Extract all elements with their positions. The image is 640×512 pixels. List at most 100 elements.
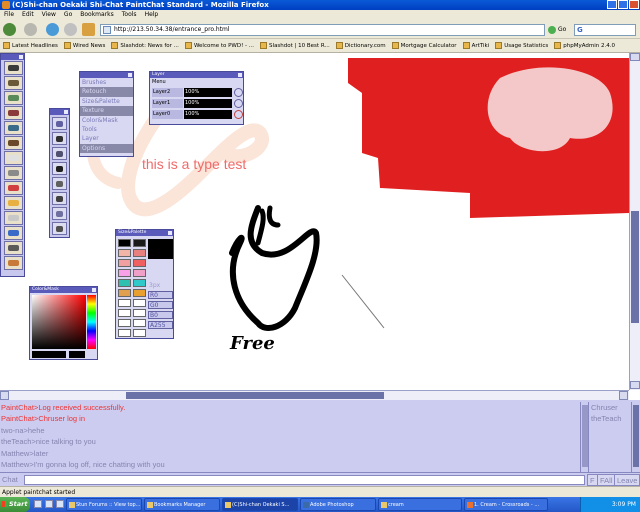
- fall-button[interactable]: FAll: [597, 474, 616, 486]
- swatch[interactable]: [118, 259, 131, 267]
- layer-opacity[interactable]: 100%: [184, 88, 232, 97]
- swatch[interactable]: [133, 309, 146, 317]
- text-tool[interactable]: [52, 222, 67, 235]
- swatch[interactable]: [133, 279, 146, 287]
- menu-layer[interactable]: Layer: [80, 134, 133, 143]
- swatch[interactable]: [133, 259, 146, 267]
- swatch[interactable]: [133, 329, 146, 337]
- back-icon[interactable]: [3, 23, 16, 36]
- close-button[interactable]: [629, 0, 639, 9]
- scroll-down-arrow-icon[interactable]: [630, 381, 640, 389]
- swatch[interactable]: [133, 299, 146, 307]
- airbrush-tool[interactable]: [4, 91, 23, 105]
- forward-icon[interactable]: [24, 23, 37, 36]
- dodge-tool[interactable]: [4, 211, 23, 225]
- leave-button[interactable]: Leave: [614, 474, 640, 486]
- palette-titlebar[interactable]: Color&Mask: [30, 287, 97, 293]
- scroll-right-arrow-icon[interactable]: [619, 391, 628, 400]
- bookmark-item[interactable]: phpMyAdmin 2.4.0: [551, 39, 618, 52]
- search-input[interactable]: G: [574, 24, 636, 36]
- spray-tool[interactable]: [4, 181, 23, 195]
- layer-visibility-icon[interactable]: [234, 88, 243, 97]
- drawing-canvas[interactable]: this is a type test Free Brushes Retouch…: [0, 53, 629, 390]
- taskbar-item-active[interactable]: (C)Shi-chan Oekaki S...: [222, 498, 298, 511]
- bookmark-item[interactable]: Slashdot: News for ...: [108, 39, 182, 52]
- taskbar-item[interactable]: 1. Cream - Crossroads - ...: [464, 498, 548, 511]
- palette-titlebar[interactable]: Size&Palette: [116, 230, 173, 236]
- menu-color-mask[interactable]: Color&Mask: [80, 116, 133, 125]
- mask-color-bar[interactable]: [69, 351, 85, 358]
- bookmark-item[interactable]: Welcome to PWD! - ...: [182, 39, 257, 52]
- scroll-thumb[interactable]: [633, 405, 639, 467]
- taskbar-item[interactable]: cream: [378, 498, 462, 511]
- hue-slider[interactable]: [87, 295, 96, 349]
- red-value[interactable]: R0: [148, 291, 173, 299]
- swatch[interactable]: [118, 309, 131, 317]
- canvas-horizontal-scrollbar[interactable]: [0, 390, 629, 400]
- water-tool[interactable]: [4, 226, 23, 240]
- scroll-up-arrow-icon[interactable]: [630, 53, 640, 61]
- user-list-scrollbar[interactable]: [631, 402, 640, 472]
- bookmark-item[interactable]: ArtTiki: [460, 39, 493, 52]
- swatch[interactable]: [118, 269, 131, 277]
- start-button[interactable]: Start: [0, 497, 30, 512]
- bookmark-item[interactable]: Latest Headlines: [0, 39, 61, 52]
- swatch[interactable]: [133, 289, 146, 297]
- menu-bookmarks[interactable]: Bookmarks: [76, 10, 118, 20]
- stamp-tool[interactable]: [4, 256, 23, 270]
- mask-color-bar[interactable]: [32, 351, 66, 358]
- copy-tool[interactable]: [52, 207, 67, 220]
- swatch[interactable]: [118, 319, 131, 327]
- pen-tool[interactable]: [4, 61, 23, 75]
- smudge-tool[interactable]: [4, 241, 23, 255]
- swatch[interactable]: [118, 239, 131, 247]
- menu-edit[interactable]: Edit: [18, 10, 38, 20]
- menu-tools[interactable]: Tools: [80, 125, 133, 134]
- taskbar-item[interactable]: Stun Forums :: View top...: [66, 498, 142, 511]
- menu-size-palette[interactable]: Size&Palette: [80, 97, 133, 106]
- eraser-tool[interactable]: [4, 151, 23, 165]
- layer-opacity[interactable]: 100%: [184, 99, 232, 108]
- menu-view[interactable]: View: [38, 10, 60, 20]
- palette-titlebar[interactable]: [50, 109, 69, 115]
- alpha-value[interactable]: A255: [148, 321, 173, 329]
- swatch[interactable]: [118, 329, 131, 337]
- scroll-left-arrow-icon[interactable]: [0, 391, 9, 400]
- palette-titlebar[interactable]: [80, 72, 133, 78]
- line-tool[interactable]: [52, 132, 67, 145]
- pencil-tool[interactable]: [4, 76, 23, 90]
- minimize-button[interactable]: [607, 0, 617, 9]
- layer-visibility-icon[interactable]: [234, 99, 243, 108]
- swatch[interactable]: [133, 319, 146, 327]
- swatch[interactable]: [133, 249, 146, 257]
- current-color-swatch[interactable]: [148, 239, 173, 259]
- bookmark-item[interactable]: Usage Statistics: [492, 39, 551, 52]
- chat-scrollbar[interactable]: [580, 402, 588, 472]
- green-value[interactable]: G0: [148, 301, 173, 309]
- layer-visibility-icon[interactable]: [234, 110, 243, 119]
- menu-file[interactable]: File: [0, 10, 18, 20]
- rect-tool[interactable]: [52, 147, 67, 160]
- layer-opacity[interactable]: 100%: [184, 110, 232, 119]
- swatch[interactable]: [118, 289, 131, 297]
- home-icon[interactable]: [82, 23, 95, 36]
- layer-row[interactable]: Layer2 100%: [152, 88, 243, 98]
- swatch[interactable]: [118, 299, 131, 307]
- chat-input[interactable]: [24, 475, 585, 485]
- watercolor-tool[interactable]: [4, 121, 23, 135]
- scroll-thumb[interactable]: [126, 392, 384, 399]
- menu-options[interactable]: Options: [80, 143, 133, 154]
- select-tool[interactable]: [52, 117, 67, 130]
- swatch[interactable]: [133, 239, 146, 247]
- f-button[interactable]: F: [587, 474, 598, 486]
- quicklaunch-desktop-icon[interactable]: [34, 500, 42, 508]
- ellipse-tool[interactable]: [52, 177, 67, 190]
- palette-titlebar[interactable]: [1, 54, 24, 60]
- bookmark-item[interactable]: Wired News: [61, 39, 108, 52]
- swatch[interactable]: [133, 269, 146, 277]
- menu-retouch[interactable]: Retouch: [80, 87, 133, 97]
- layer-menu-button[interactable]: Menu: [150, 78, 243, 87]
- blur-tool[interactable]: [4, 196, 23, 210]
- menu-texture[interactable]: Texture: [80, 106, 133, 116]
- menu-help[interactable]: Help: [141, 10, 163, 20]
